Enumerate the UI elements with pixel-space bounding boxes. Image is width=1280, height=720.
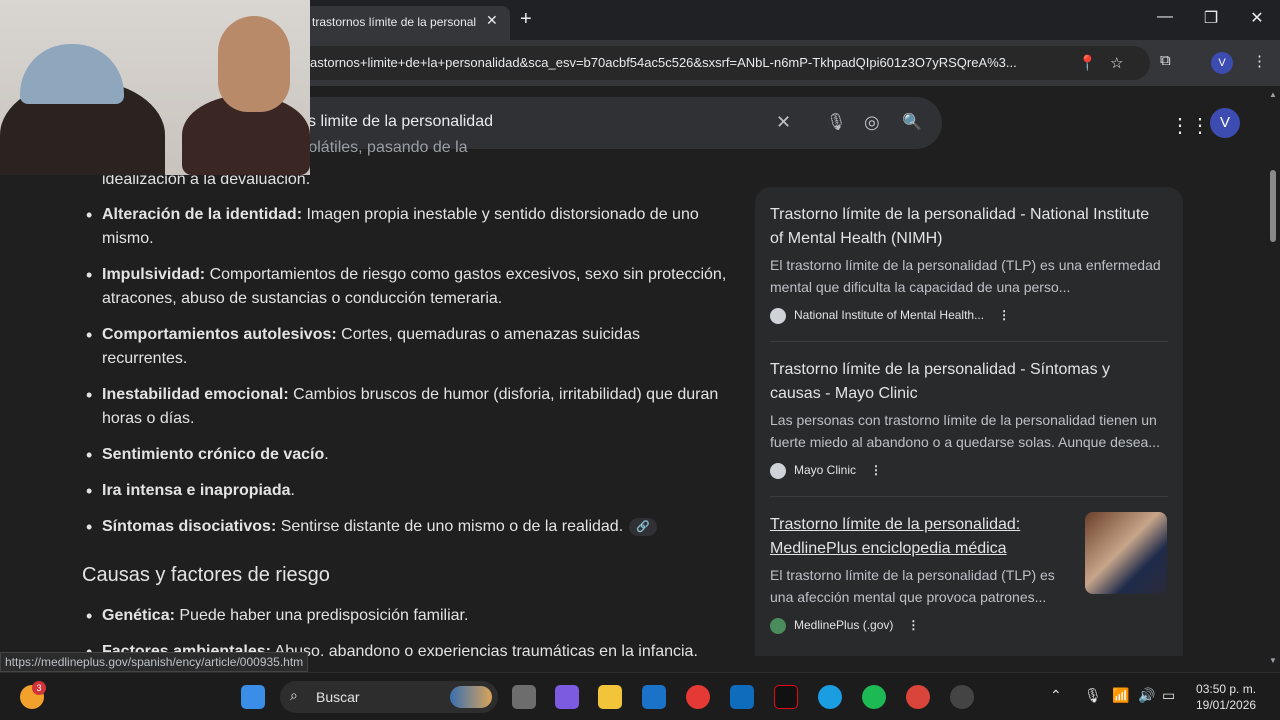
scroll-down-icon[interactable]: ▼ (1269, 656, 1277, 665)
profile-avatar[interactable]: V (1211, 52, 1233, 74)
outlook-icon[interactable] (642, 685, 666, 709)
source-site[interactable]: National Institute of Mental Health... ⋮ (770, 308, 1010, 324)
list-item: Sentimiento crónico de vacío. (86, 443, 727, 467)
bookmark-star-icon[interactable]: ☆ (1110, 54, 1123, 72)
list-item: Genética: Puede haber una predisposición… (86, 604, 727, 628)
restore-icon[interactable]: ❐ (1196, 8, 1226, 28)
status-bar-url: https://medlineplus.gov/spanish/ency/art… (0, 652, 309, 672)
task-view-icon[interactable] (512, 685, 536, 709)
clear-search-icon[interactable]: ✕ (776, 112, 791, 133)
medlineplus-site-icon (770, 618, 786, 634)
more-options-icon[interactable]: ⋮ (907, 618, 919, 632)
address-bar[interactable]: astornos+limite+de+la+personalidad&sca_e… (290, 46, 1150, 80)
url-text: astornos+limite+de+la+personalidad&sca_e… (310, 55, 1017, 70)
source-snippet: Las personas con trastorno límite de la … (770, 412, 1160, 450)
list-item: Comportamientos autolesivos: Cortes, que… (86, 323, 727, 371)
section-heading: Causas y factores de riesgo (82, 564, 330, 586)
clock[interactable]: 03:50 p. m. 19/01/2026 (1196, 681, 1256, 713)
lens-icon[interactable]: ◎ (864, 112, 880, 133)
source-snippet: El trastorno límite de la personalidad (… (770, 567, 1055, 605)
search-icon: ⌕ (290, 687, 298, 703)
notification-badge: 3 (32, 681, 46, 695)
scrollbar-thumb[interactable] (1270, 170, 1276, 242)
tab-close-icon[interactable]: ✕ (486, 12, 498, 29)
minimize-icon[interactable]: — (1150, 8, 1180, 26)
windows-taskbar: 3 ⌕ Buscar ⌃ 🎙 📶 🔊 ▭ 03:50 p. m. 19/01/2… (0, 672, 1280, 720)
list-item: Impulsividad: Comportamientos de riesgo … (86, 263, 727, 311)
divider (770, 496, 1168, 497)
webcam-overlay (0, 0, 310, 175)
sources-panel: Trastorno límite de la personalidad - Na… (755, 187, 1183, 656)
window-close-icon[interactable]: ✕ (1242, 8, 1272, 28)
battery-icon[interactable]: ▭ (1162, 687, 1175, 704)
more-options-icon[interactable]: ⋮ (998, 308, 1010, 322)
search-query[interactable]: s limite de la personalidad (308, 113, 493, 131)
source-title-link[interactable]: Trastorno límite de la personalidad: Med… (770, 513, 1060, 561)
tray-app-icon[interactable] (950, 685, 974, 709)
list-item: Ira intensa e inapropiada. (86, 479, 727, 503)
outlook-classic-icon[interactable] (730, 685, 754, 709)
divider (770, 341, 1168, 342)
page-scrollbar[interactable]: ▲ ▼ (1266, 86, 1280, 670)
scroll-up-icon[interactable]: ▲ (1269, 90, 1277, 99)
cap-image (20, 44, 124, 104)
voice-search-icon[interactable]: 🎙 (826, 112, 846, 132)
google-apps-icon[interactable]: ⋮⋮ (1170, 113, 1210, 138)
source-title-link[interactable]: Trastorno límite de la personalidad - Na… (770, 203, 1165, 251)
search-highlight-image (450, 686, 492, 708)
source-thumbnail-image[interactable] (1085, 512, 1167, 594)
spotify-icon[interactable] (862, 685, 886, 709)
mayo-clinic-site-icon (770, 463, 786, 479)
youtube-icon[interactable] (686, 685, 710, 709)
windows-start-icon[interactable] (241, 685, 265, 709)
tab-title: trastornos límite de la personal (312, 15, 477, 29)
search-icon[interactable]: 🔍 (902, 112, 922, 132)
account-avatar[interactable]: V (1210, 108, 1240, 138)
new-tab-button[interactable]: + (520, 8, 532, 31)
wifi-icon[interactable]: 📶 (1112, 687, 1129, 704)
menu-kebab-icon[interactable]: ⋮ (1252, 52, 1267, 70)
show-hidden-icons[interactable]: ⌃ (1050, 687, 1062, 704)
browser-tab-active[interactable]: trastornos límite de la personal ✕ (300, 6, 510, 40)
clock-date: 19/01/2026 (1196, 698, 1257, 712)
nimh-site-icon (770, 308, 786, 324)
source-snippet: El trastorno límite de la personalidad (… (770, 257, 1161, 295)
clock-time: 03:50 p. m. (1196, 682, 1257, 696)
file-explorer-icon[interactable] (598, 685, 622, 709)
list-item: Alteración de la identidad: Imagen propi… (86, 203, 727, 251)
netflix-icon[interactable] (774, 685, 798, 709)
source-site[interactable]: Mayo Clinic ⋮ (770, 463, 882, 479)
source-site[interactable]: MedlinePlus (.gov) ⋮ (770, 618, 919, 634)
taskbar-search-label: Buscar (316, 689, 360, 705)
face-image (218, 16, 290, 112)
volume-icon[interactable]: 🔊 (1138, 687, 1155, 704)
microphone-icon[interactable]: 🎙 (1084, 687, 1102, 704)
source-link-icon[interactable]: 🔗 (629, 517, 658, 536)
copilot-icon[interactable] (555, 685, 579, 709)
edge-icon[interactable] (818, 685, 842, 709)
more-options-icon[interactable]: ⋮ (870, 463, 882, 477)
chrome-icon[interactable] (906, 685, 930, 709)
taskbar-search-box[interactable]: ⌕ Buscar (280, 681, 498, 713)
source-title-link[interactable]: Trastorno límite de la personalidad - Sí… (770, 358, 1165, 406)
list-item: Inestabilidad emocional: Cambios bruscos… (86, 383, 727, 431)
location-pin-icon[interactable]: 📍 (1078, 54, 1097, 72)
list-item: Síntomas disociativos: Sentirse distante… (86, 515, 727, 539)
extensions-icon[interactable]: ⧉ (1160, 52, 1171, 69)
